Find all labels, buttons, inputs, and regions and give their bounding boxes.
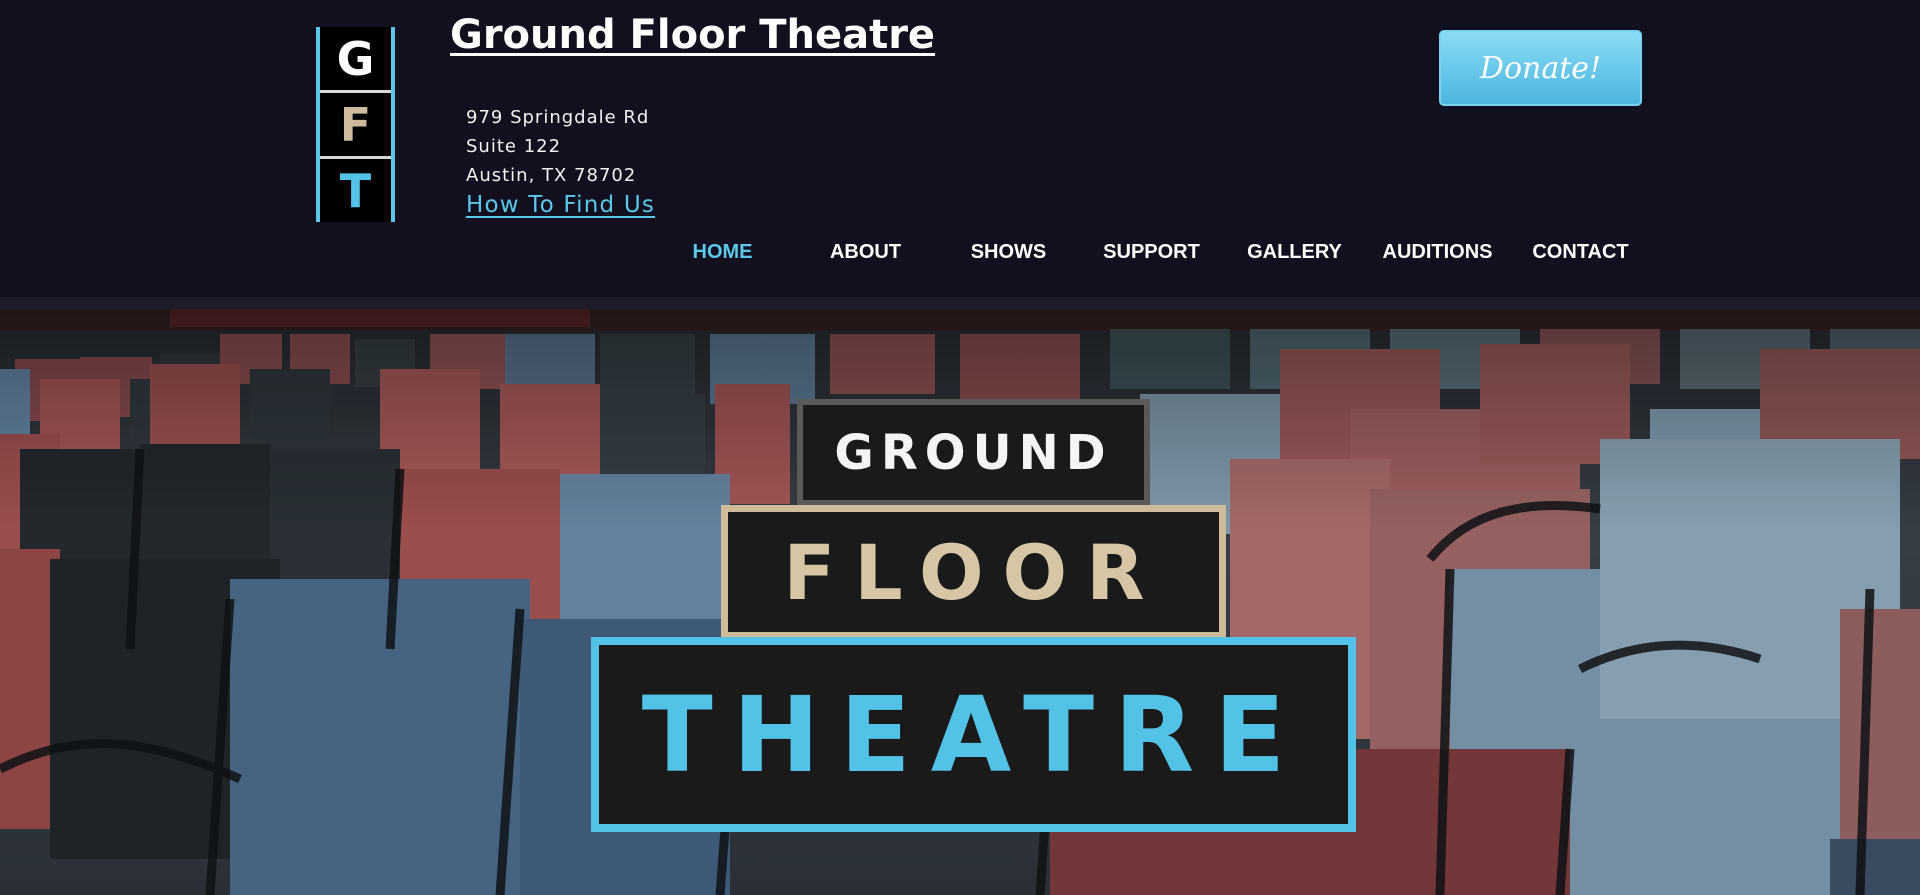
donate-button[interactable]: Donate! [1439, 30, 1642, 106]
nav-item-shows[interactable]: SHOWS [937, 237, 1080, 267]
hero-logo-theatre: THEATRE [591, 637, 1356, 832]
how-to-find-us-link[interactable]: How To Find Us [466, 192, 655, 218]
logo-letter-f: F [320, 90, 391, 156]
address-block: 979 Springdale Rd Suite 122 Austin, TX 7… [466, 103, 649, 190]
address-line-suite: Suite 122 [466, 136, 562, 157]
address-line-city: Austin, TX 78702 [466, 165, 637, 186]
nav-item-gallery[interactable]: GALLERY [1223, 237, 1366, 267]
logo-letter-t: T [320, 156, 391, 222]
main-nav: HOME ABOUT SHOWS SUPPORT GALLERY AUDITIO… [651, 237, 1664, 267]
nav-item-auditions[interactable]: AUDITIONS [1366, 237, 1509, 267]
site-title[interactable]: Ground Floor Theatre [450, 12, 935, 58]
gft-logo[interactable]: G F T [316, 27, 395, 222]
header-divider [0, 297, 1920, 309]
nav-item-contact[interactable]: CONTACT [1509, 237, 1652, 267]
site-header: G F T Ground Floor Theatre 979 Springdal… [0, 0, 1920, 297]
hero-logo-ground: GROUND [797, 399, 1150, 506]
nav-item-support[interactable]: SUPPORT [1080, 237, 1223, 267]
logo-letter-g: G [336, 31, 375, 86]
address-line-street: 979 Springdale Rd [466, 107, 650, 128]
nav-item-home[interactable]: HOME [651, 237, 794, 267]
hero-logo-floor: FLOOR [721, 505, 1226, 639]
nav-item-about[interactable]: ABOUT [794, 237, 937, 267]
